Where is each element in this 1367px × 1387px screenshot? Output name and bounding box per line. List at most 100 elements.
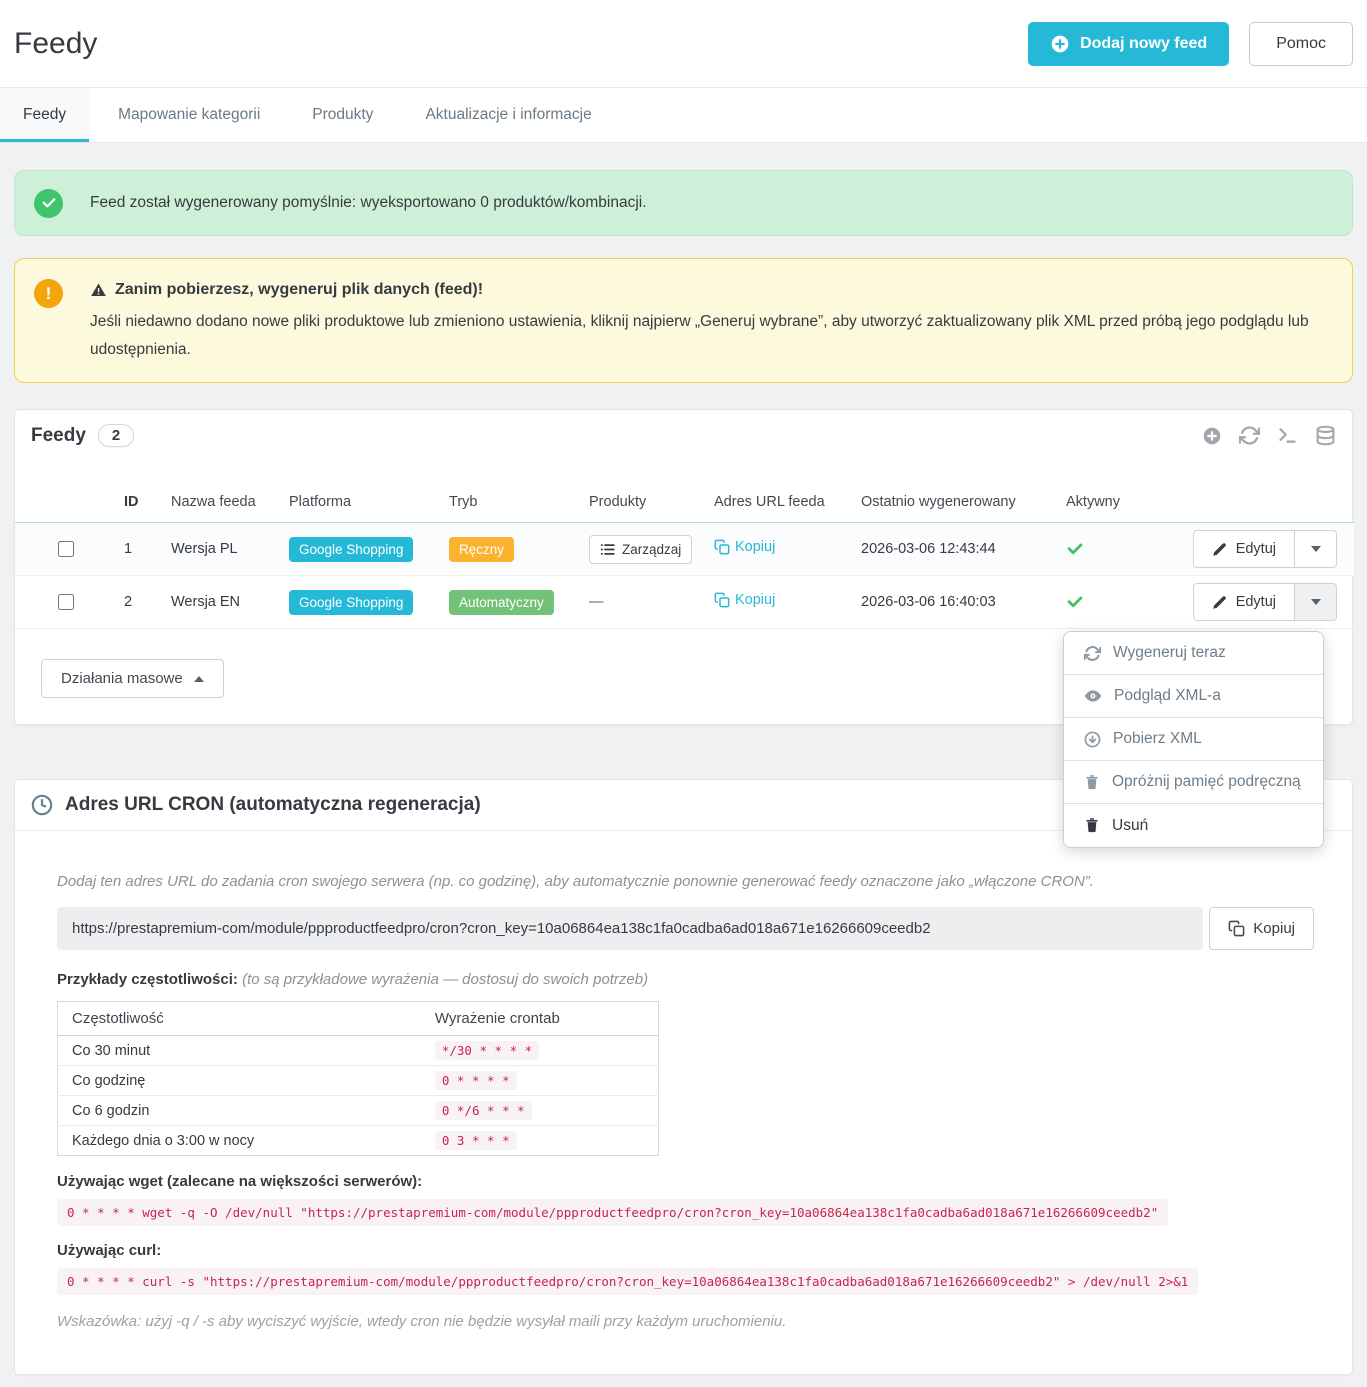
row-checkbox[interactable]: [58, 540, 74, 557]
feed-name: Wersja EN: [157, 575, 275, 629]
crontab-expression: 0 */6 * * *: [434, 1101, 532, 1120]
add-feed-button[interactable]: Dodaj nowy feed: [1028, 21, 1230, 66]
edit-dropdown-toggle[interactable]: [1294, 584, 1336, 620]
edit-button[interactable]: Edytuj: [1194, 584, 1294, 620]
cron-url-field[interactable]: https://prestapremium-com/module/ppprodu…: [57, 907, 1204, 950]
trash-icon: [1084, 817, 1100, 834]
column-platform: Platforma: [275, 461, 435, 523]
tab-feedy[interactable]: Feedy: [0, 88, 90, 142]
frequency-label: Każdego dnia o 3:00 w nocy: [72, 1132, 255, 1149]
row-checkbox[interactable]: [58, 593, 74, 610]
column-id: ID: [110, 461, 157, 523]
add-icon[interactable]: [1202, 426, 1222, 446]
menu-item-delete[interactable]: Usuń: [1064, 804, 1323, 847]
warning-content: Zanim pobierzesz, wygeneruj plik danych …: [90, 279, 1322, 364]
manage-products-button[interactable]: Zarządzaj: [589, 534, 693, 564]
chevron-down-icon: [1310, 546, 1321, 552]
copy-icon: [714, 539, 730, 555]
generated-timestamp: 2026-03-06 16:40:03: [847, 575, 1052, 629]
crontab-expression: 0 * * * *: [434, 1071, 517, 1090]
list-icon: [600, 542, 615, 557]
pencil-icon: [1212, 542, 1227, 557]
table-row-feed-2: 2 Wersja EN Google Shopping Automatyczny…: [15, 575, 1354, 629]
success-check-icon: [34, 188, 63, 218]
warning-triangle-icon: [90, 282, 107, 298]
refresh-icon[interactable]: [1239, 425, 1260, 446]
column-name: Nazwa feeda: [157, 461, 275, 523]
column-generated: Ostatnio wygenerowany: [847, 461, 1052, 523]
caret-up-icon: [193, 675, 204, 682]
cron-panel-title: Adres URL CRON (automatyczna regeneracja…: [65, 794, 481, 815]
column-actions: [1150, 461, 1354, 523]
database-icon[interactable]: [1315, 425, 1336, 446]
column-crontab: Wyrażenie crontab: [420, 1001, 659, 1036]
bulk-actions-button[interactable]: Działania masowe: [41, 659, 224, 698]
frequency-header-row: Częstotliwość Wyrażenie crontab: [57, 1001, 659, 1036]
warning-title-row: Zanim pobierzesz, wygeneruj plik danych …: [90, 281, 1322, 299]
frequency-label: Co 6 godzin: [57, 1095, 421, 1126]
success-alert-text: Feed został wygenerowany pomyślnie: wyek…: [90, 194, 647, 211]
help-label: Pomoc: [1276, 34, 1326, 52]
crontab-expression: */30 * * * *: [434, 1041, 540, 1060]
active-check-icon: [1066, 540, 1142, 558]
copy-feed-url-link[interactable]: Kopiuj: [714, 539, 775, 555]
header-actions: Dodaj nowy feed Pomoc: [1028, 21, 1353, 66]
page: Feedy Dodaj nowy feed Pomoc Feedy Mapowa…: [0, 0, 1367, 1387]
table-row: Każdego dnia o 3:00 w nocy 0 3 * * *: [58, 1126, 659, 1156]
mode-badge: Automatyczny: [449, 589, 554, 615]
copy-cron-url-button[interactable]: Kopiuj: [1209, 907, 1314, 950]
help-button[interactable]: Pomoc: [1249, 21, 1353, 66]
plus-circle-icon: [1050, 34, 1070, 54]
crontab-expression: 0 3 * * *: [434, 1131, 517, 1150]
frequency-label: Co 30 minut: [57, 1035, 421, 1066]
products-empty: —: [589, 594, 604, 610]
wget-label: Używając wget (zalecane na większości se…: [57, 1173, 423, 1190]
page-title: Feedy: [14, 26, 98, 60]
cron-panel-body: Dodaj ten adres URL do zadania cron swoj…: [15, 831, 1352, 1374]
warning-body: Jeśli niedawno dodano nowe pliki produkt…: [90, 313, 1309, 358]
feeds-panel-title: Feedy: [31, 424, 86, 446]
mode-badge: Ręczny: [449, 536, 515, 562]
curl-command: 0 * * * * curl -s "https://prestapremium…: [57, 1268, 1199, 1295]
table-row: Co 30 minut */30 * * * *: [57, 1035, 659, 1066]
feeds-panel-header: Feedy 2: [15, 410, 1352, 461]
menu-item-preview-xml[interactable]: Podgląd XML-a: [1064, 675, 1323, 718]
feeds-header-row: ID Nazwa feeda Platforma Tryb Produkty A…: [15, 461, 1354, 523]
tab-mapowanie-kategorii[interactable]: Mapowanie kategorii: [95, 88, 283, 142]
menu-item-download-xml[interactable]: Pobierz XML: [1064, 718, 1323, 761]
success-alert: Feed został wygenerowany pomyślnie: wyek…: [14, 170, 1353, 236]
main-content: Feed został wygenerowany pomyślnie: wyek…: [0, 143, 1367, 1387]
cron-hint: Wskazówka: użyj -q / -s aby wyciszyć wyj…: [57, 1313, 787, 1330]
menu-item-generate-now[interactable]: Wygeneruj teraz: [1064, 632, 1323, 675]
feed-id: 2: [110, 575, 157, 629]
frequency-label: Co godzinę: [57, 1065, 421, 1096]
copy-feed-url-link[interactable]: Kopiuj: [714, 592, 775, 608]
header-checkbox-spacer: [15, 461, 110, 523]
feeds-count-badge: 2: [97, 424, 135, 447]
tab-aktualizacje[interactable]: Aktualizacje i informacje: [402, 88, 614, 142]
menu-item-clear-cache[interactable]: Opróżnij pamięć podręczną: [1064, 761, 1323, 804]
trash-icon: [1084, 774, 1100, 791]
row-actions-dropdown: Wygeneruj teraz Podgląd XML-a Pobierz XM…: [1063, 631, 1324, 848]
table-row: Co godzinę 0 * * * *: [57, 1065, 659, 1096]
table-row-feed-1: 1 Wersja PL Google Shopping Ręczny Zarzą…: [15, 522, 1354, 576]
examples-note: (to są przykładowe wyrażenia — dostosuj …: [242, 971, 649, 988]
column-mode: Tryb: [435, 461, 575, 523]
warning-exclamation-icon: !: [34, 279, 63, 308]
feeds-panel-tools: [1202, 425, 1336, 446]
tab-produkty[interactable]: Produkty: [289, 88, 396, 142]
generated-timestamp: 2026-03-06 12:43:44: [847, 522, 1052, 576]
download-icon: [1084, 731, 1101, 748]
feeds-table: ID Nazwa feeda Platforma Tryb Produkty A…: [15, 461, 1354, 629]
terminal-icon[interactable]: [1277, 425, 1298, 446]
edit-button[interactable]: Edytuj: [1194, 531, 1294, 567]
edit-dropdown-toggle[interactable]: [1294, 531, 1336, 567]
active-check-icon: [1066, 593, 1142, 611]
tabbar: Feedy Mapowanie kategorii Produkty Aktua…: [0, 87, 1367, 143]
add-feed-label: Dodaj nowy feed: [1080, 34, 1208, 52]
feeds-panel: Feedy 2 ID Nazwa feeda Platforma Tryb Pr…: [14, 409, 1354, 848]
copy-icon: [714, 592, 730, 608]
column-frequency: Częstotliwość: [57, 1001, 421, 1036]
eye-icon: [1084, 687, 1102, 705]
curl-label: Używając curl:: [57, 1242, 162, 1259]
